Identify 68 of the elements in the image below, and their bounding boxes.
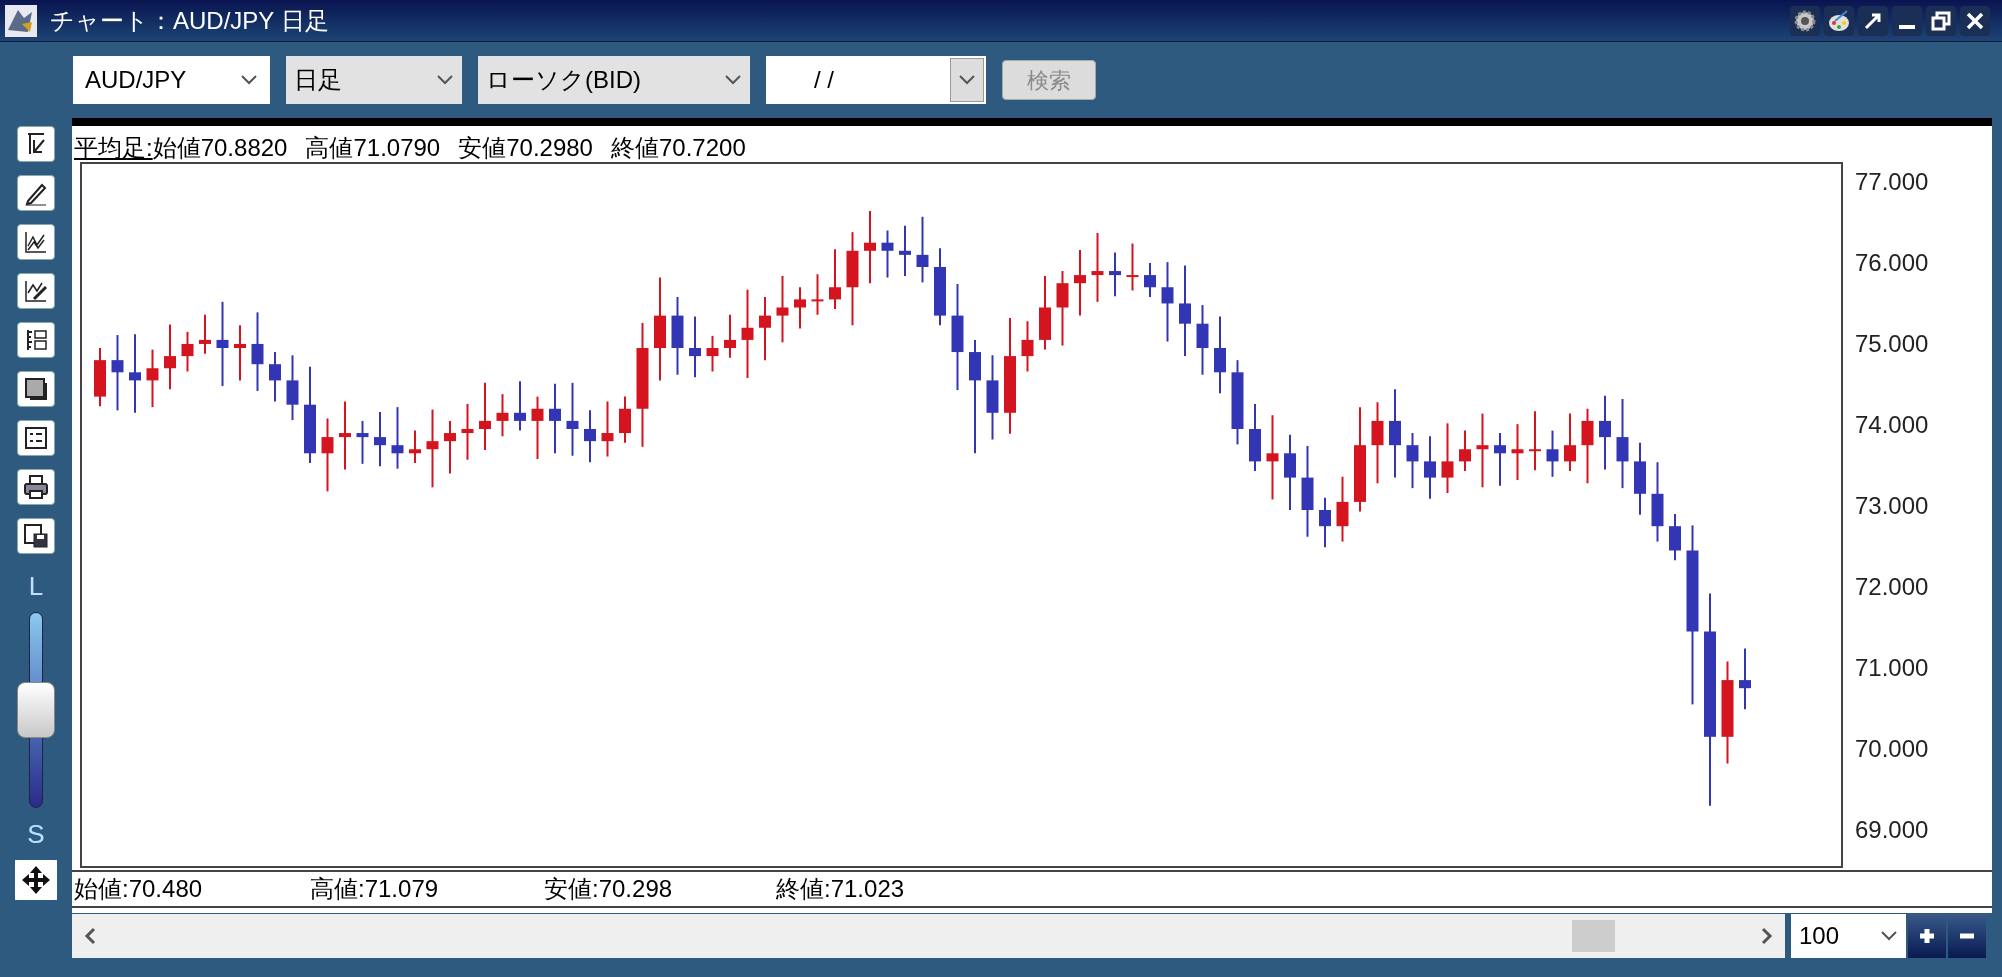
palette-icon xyxy=(1827,8,1851,33)
save-icon xyxy=(22,522,50,550)
date-picker[interactable]: / / xyxy=(766,56,986,104)
scroll-left-icon xyxy=(84,927,96,945)
slider-label: L xyxy=(28,573,44,599)
palette-button[interactable] xyxy=(1824,5,1854,36)
tool-button[interactable] xyxy=(17,273,55,309)
minimize-icon xyxy=(1899,24,1915,29)
move-button[interactable] xyxy=(15,860,57,900)
chevron-down-icon xyxy=(436,74,454,86)
chevron-down-icon xyxy=(724,74,742,86)
plus-icon xyxy=(1918,927,1936,945)
list-icon xyxy=(22,424,50,452)
price-value: 安値70.2980 xyxy=(458,136,593,160)
price-value: 安値:70.298 xyxy=(544,874,674,904)
price-value: 終値:71.023 xyxy=(776,874,906,904)
app-logo-icon xyxy=(4,3,38,38)
axis-label: 73.000 xyxy=(1855,494,1929,518)
chart-type-dropdown[interactable]: ローソク(BID) xyxy=(478,56,750,104)
pin-button[interactable] xyxy=(1858,5,1888,36)
close-button[interactable] xyxy=(1960,5,1990,36)
scroll-right-icon xyxy=(1761,927,1773,945)
zoom-out-button[interactable] xyxy=(1948,914,1986,958)
axis-label: 72.000 xyxy=(1855,575,1929,599)
axis-label: 69.000 xyxy=(1855,818,1929,842)
axis-label: 70.000 xyxy=(1855,737,1929,761)
close-icon xyxy=(1966,11,1984,30)
settings-icon xyxy=(1793,8,1817,33)
price-value: 始値:70.480 xyxy=(74,874,204,904)
currency-pair-dropdown[interactable]: AUD/JPY xyxy=(73,56,270,104)
tool-button[interactable] xyxy=(17,420,55,456)
move-icon xyxy=(20,864,52,896)
horizontal-scrollbar[interactable] xyxy=(72,914,1785,958)
tool-button[interactable] xyxy=(17,518,55,554)
axis-label: 74.000 xyxy=(1855,413,1929,437)
scrollbar-thumb[interactable] xyxy=(1572,920,1615,952)
print-icon xyxy=(22,473,50,501)
heikin-label[interactable]: 平均足: xyxy=(74,136,153,160)
price-value: 高値71.0790 xyxy=(305,136,441,160)
tool-button[interactable] xyxy=(17,175,55,211)
window-title: チャート：AUD/JPY 日足 xyxy=(50,5,330,36)
tool-button[interactable] xyxy=(17,371,55,407)
price-value: 始値70.8820 xyxy=(152,136,288,160)
chevron-down-icon xyxy=(958,74,976,86)
tool-button[interactable] xyxy=(17,322,55,358)
chevron-down-icon xyxy=(240,74,258,86)
restore-button[interactable] xyxy=(1926,5,1956,36)
tool-button[interactable] xyxy=(17,469,55,505)
slider-thumb[interactable] xyxy=(17,682,55,738)
axis-label: 71.000 xyxy=(1855,656,1929,680)
chevron-down-icon xyxy=(1880,930,1898,942)
zoom-slider[interactable] xyxy=(17,612,55,808)
zoom-in-button[interactable] xyxy=(1908,914,1946,958)
tool-button[interactable] xyxy=(17,126,55,162)
settings-button[interactable] xyxy=(1790,5,1820,36)
restore-icon xyxy=(1931,10,1951,31)
dropdown-button[interactable] xyxy=(950,58,984,102)
price-value: 終値70.7200 xyxy=(610,136,746,160)
grid-icon xyxy=(22,375,50,403)
zoom-dropdown[interactable]: 100 xyxy=(1791,914,1906,958)
axis-label: 76.000 xyxy=(1855,251,1929,275)
axis-label: 77.000 xyxy=(1855,170,1929,194)
minimize-button[interactable] xyxy=(1892,5,1922,36)
price-value: 高値:71.079 xyxy=(310,874,440,904)
axis-label: 75.000 xyxy=(1855,332,1929,356)
period-dropdown[interactable]: 日足 xyxy=(286,56,462,104)
slider-label: S xyxy=(27,821,45,847)
tool-button[interactable] xyxy=(17,224,55,260)
